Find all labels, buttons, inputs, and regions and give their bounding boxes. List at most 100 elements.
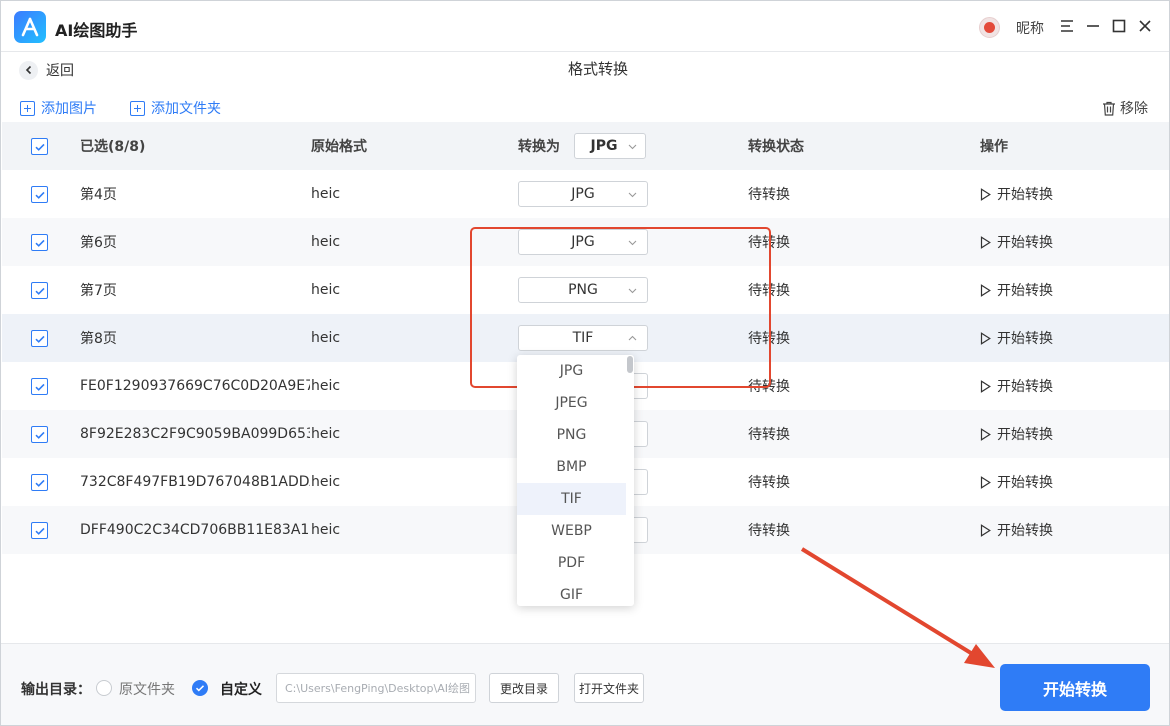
original-format: heic bbox=[311, 186, 341, 202]
file-name: FE0F1290937669C76C0D20A9E7CA... bbox=[80, 378, 310, 394]
status-text: 待转换 bbox=[748, 235, 790, 251]
action-label: 开始转换 bbox=[997, 523, 1053, 539]
output-dir-label: 输出目录： bbox=[21, 682, 91, 698]
chevron-down-icon bbox=[628, 144, 637, 150]
convert-to-cell: JPG bbox=[518, 218, 658, 266]
radio-original-label: 原文件夹 bbox=[119, 682, 175, 698]
action-label: 开始转换 bbox=[997, 427, 1053, 443]
row-checkbox[interactable] bbox=[31, 234, 48, 251]
change-dir-button[interactable]: 更改目录 bbox=[489, 673, 559, 703]
add-folder-button[interactable]: 添加文件夹 bbox=[130, 98, 221, 118]
table-row: 第7页 heic PNG 待转换 开始转换 bbox=[2, 266, 1169, 314]
start-convert-action[interactable]: 开始转换 bbox=[980, 458, 1120, 506]
trash-icon bbox=[1103, 101, 1115, 116]
target-format-select[interactable] bbox=[632, 517, 648, 543]
target-format-value: PNG bbox=[568, 282, 598, 298]
original-format: heic bbox=[311, 378, 341, 394]
action-label: 开始转换 bbox=[997, 475, 1053, 491]
dropdown-option[interactable]: TIF bbox=[517, 483, 626, 515]
status-text: 待转换 bbox=[748, 283, 790, 299]
remove-label: 移除 bbox=[1120, 101, 1148, 117]
row-checkbox[interactable] bbox=[31, 330, 48, 347]
maximize-icon[interactable] bbox=[1109, 16, 1129, 36]
play-icon bbox=[980, 379, 991, 393]
open-folder-button[interactable]: 打开文件夹 bbox=[574, 673, 644, 703]
convert-to-cell: JPG bbox=[518, 170, 658, 218]
dropdown-option[interactable]: PNG bbox=[517, 419, 626, 451]
row-checkbox[interactable] bbox=[31, 378, 48, 395]
menu-icon[interactable] bbox=[1057, 16, 1077, 36]
column-selected: 已选(8/8) bbox=[80, 139, 146, 155]
target-format-select[interactable]: JPG bbox=[518, 229, 648, 255]
close-icon[interactable] bbox=[1135, 16, 1155, 36]
radio-custom[interactable] bbox=[192, 680, 208, 696]
action-label: 开始转换 bbox=[997, 379, 1053, 395]
format-dropdown-menu[interactable]: JPG JPEG PNG BMP TIF WEBP PDF GIF bbox=[517, 355, 634, 606]
original-format: heic bbox=[311, 474, 341, 490]
target-format-select[interactable]: TIF bbox=[518, 325, 648, 351]
play-icon bbox=[980, 427, 991, 441]
file-name: 8F92E283C2F9C9059BA099D65348... bbox=[80, 426, 310, 442]
target-format-select[interactable] bbox=[632, 421, 648, 447]
app-logo-icon bbox=[14, 11, 46, 43]
target-format-select[interactable]: PNG bbox=[518, 277, 648, 303]
chevron-down-icon bbox=[628, 288, 637, 294]
select-all-checkbox[interactable] bbox=[31, 138, 48, 155]
plus-square-icon bbox=[130, 100, 145, 116]
status-text: 待转换 bbox=[748, 187, 790, 203]
convert-to-label: 转换为 bbox=[518, 139, 560, 155]
start-convert-action[interactable]: 开始转换 bbox=[980, 266, 1120, 314]
dropdown-option[interactable]: JPG bbox=[517, 355, 626, 387]
add-image-label: 添加图片 bbox=[41, 101, 97, 117]
table-header: 已选(8/8) 原始格式 转换为 JPG 转换状态 操作 bbox=[2, 122, 1169, 170]
row-checkbox[interactable] bbox=[31, 282, 48, 299]
dropdown-scrollbar[interactable] bbox=[627, 356, 633, 373]
convert-all-select[interactable]: JPG bbox=[574, 133, 646, 159]
avatar[interactable] bbox=[979, 17, 1000, 38]
add-image-button[interactable]: 添加图片 bbox=[20, 98, 97, 118]
target-format-select[interactable] bbox=[632, 373, 648, 399]
table-row: 第4页 heic JPG 待转换 开始转换 bbox=[2, 170, 1169, 218]
file-name: 第7页 bbox=[80, 283, 117, 299]
row-checkbox[interactable] bbox=[31, 426, 48, 443]
target-format-select[interactable]: JPG bbox=[518, 181, 648, 207]
dropdown-option[interactable]: GIF bbox=[517, 579, 626, 606]
start-convert-action[interactable]: 开始转换 bbox=[980, 362, 1120, 410]
status-text: 待转换 bbox=[748, 331, 790, 347]
footer-bar: 输出目录： 原文件夹 自定义 C:\Users\FengPing\Desktop… bbox=[1, 643, 1169, 725]
target-format-value: JPG bbox=[571, 234, 595, 250]
original-format: heic bbox=[311, 522, 341, 538]
play-icon bbox=[980, 187, 991, 201]
start-convert-action[interactable]: 开始转换 bbox=[980, 218, 1120, 266]
table-row: 第6页 heic JPG 待转换 开始转换 bbox=[2, 218, 1169, 266]
row-checkbox[interactable] bbox=[31, 186, 48, 203]
play-icon bbox=[980, 331, 991, 345]
radio-original-folder[interactable] bbox=[96, 680, 112, 696]
remove-button[interactable]: 移除 bbox=[1102, 98, 1148, 118]
original-format: heic bbox=[311, 426, 341, 442]
status-text: 待转换 bbox=[748, 379, 790, 395]
dropdown-option[interactable]: PDF bbox=[517, 547, 626, 579]
target-format-select[interactable] bbox=[632, 469, 648, 495]
row-checkbox[interactable] bbox=[31, 474, 48, 491]
output-path-input[interactable]: C:\Users\FengPing\Desktop\AI绘图 bbox=[276, 673, 476, 703]
dropdown-option[interactable]: JPEG bbox=[517, 387, 626, 419]
convert-all-value: JPG bbox=[590, 138, 618, 154]
start-convert-button[interactable]: 开始转换 bbox=[1000, 664, 1150, 711]
play-icon bbox=[980, 475, 991, 489]
dropdown-option[interactable]: BMP bbox=[517, 451, 626, 483]
file-name: DFF490C2C34CD706BB11E83A1CC... bbox=[80, 522, 310, 538]
user-nickname[interactable]: 昵称 bbox=[1016, 18, 1044, 38]
dropdown-option[interactable]: WEBP bbox=[517, 515, 626, 547]
row-checkbox[interactable] bbox=[31, 522, 48, 539]
start-convert-action[interactable]: 开始转换 bbox=[980, 506, 1120, 554]
start-convert-action[interactable]: 开始转换 bbox=[980, 170, 1120, 218]
original-format: heic bbox=[311, 282, 341, 298]
start-convert-action[interactable]: 开始转换 bbox=[980, 410, 1120, 458]
chevron-up-icon bbox=[628, 335, 637, 341]
minimize-icon[interactable] bbox=[1083, 16, 1103, 36]
action-label: 开始转换 bbox=[997, 235, 1053, 251]
start-convert-action[interactable]: 开始转换 bbox=[980, 314, 1120, 362]
column-convert-to: 转换为 JPG bbox=[518, 122, 658, 170]
play-icon bbox=[980, 283, 991, 297]
